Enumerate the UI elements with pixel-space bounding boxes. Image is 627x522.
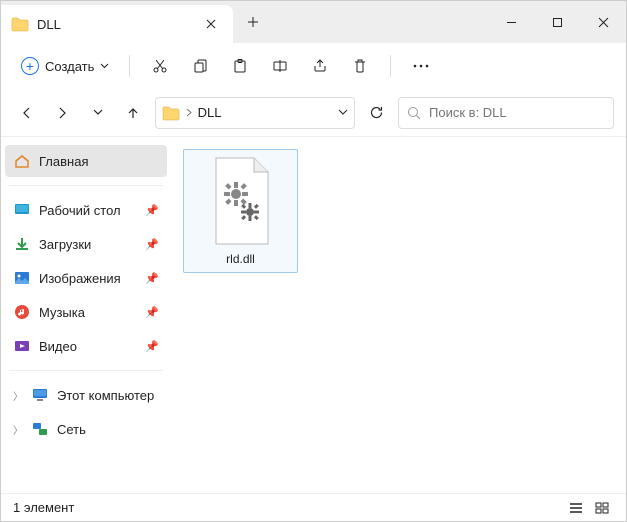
sidebar-label: Главная — [39, 154, 159, 169]
plus-icon: + — [21, 57, 39, 75]
folder-icon — [11, 16, 29, 32]
sidebar-label: Сеть — [57, 422, 159, 437]
body: Главная Рабочий стол 📌 Загрузки 📌 Изобра… — [1, 137, 626, 493]
pictures-icon — [13, 270, 31, 286]
view-details-button[interactable] — [564, 497, 588, 519]
new-tab-button[interactable] — [233, 1, 273, 43]
search-input[interactable] — [429, 105, 605, 120]
close-button[interactable] — [580, 1, 626, 43]
tab-current[interactable]: DLL — [1, 5, 233, 43]
sidebar-label: Музыка — [39, 305, 137, 320]
cut-button[interactable] — [142, 48, 178, 84]
rename-button[interactable] — [262, 48, 298, 84]
delete-button[interactable] — [342, 48, 378, 84]
sidebar-item-videos[interactable]: Видео 📌 — [5, 330, 167, 362]
network-icon — [31, 421, 49, 437]
copy-icon — [192, 58, 208, 74]
paste-icon — [232, 58, 248, 74]
tab-close-button[interactable] — [199, 12, 223, 36]
download-icon — [13, 236, 31, 252]
refresh-button[interactable] — [363, 98, 390, 128]
sidebar-item-downloads[interactable]: Загрузки 📌 — [5, 228, 167, 260]
more-button[interactable] — [403, 48, 439, 84]
music-icon — [13, 304, 31, 320]
maximize-button[interactable] — [534, 1, 580, 43]
status-bar: 1 элемент — [1, 493, 626, 521]
file-name: rld.dll — [226, 252, 255, 266]
pin-icon: 📌 — [145, 306, 159, 319]
pin-icon: 📌 — [145, 238, 159, 251]
pin-icon: 📌 — [145, 340, 159, 353]
sidebar-item-home[interactable]: Главная — [5, 145, 167, 177]
sidebar-item-network[interactable]: 〉 Сеть — [5, 413, 167, 445]
home-icon — [13, 152, 31, 170]
sidebar-item-music[interactable]: Музыка 📌 — [5, 296, 167, 328]
sidebar-item-computer[interactable]: 〉 Этот компьютер — [5, 379, 167, 411]
share-icon — [312, 58, 328, 74]
minimize-button[interactable] — [488, 1, 534, 43]
sidebar: Главная Рабочий стол 📌 Загрузки 📌 Изобра… — [1, 137, 171, 493]
file-list[interactable]: rld.dll — [171, 137, 626, 493]
delete-icon — [352, 58, 368, 74]
view-tiles-button[interactable] — [590, 497, 614, 519]
desktop-icon — [13, 202, 31, 218]
expand-icon[interactable]: 〉 — [13, 422, 23, 437]
titlebar: DLL — [1, 1, 626, 43]
address-bar[interactable]: DLL — [155, 97, 355, 129]
search-box[interactable] — [398, 97, 614, 129]
more-icon — [413, 64, 429, 68]
toolbar: + Создать — [1, 43, 626, 89]
forward-button[interactable] — [48, 98, 75, 128]
sidebar-label: Этот компьютер — [57, 388, 159, 403]
create-label: Создать — [45, 59, 94, 74]
back-button[interactable] — [13, 98, 40, 128]
chevron-down-icon — [100, 63, 109, 69]
create-button[interactable]: + Создать — [13, 53, 117, 79]
video-icon — [13, 338, 31, 354]
pin-icon: 📌 — [145, 204, 159, 217]
up-button[interactable] — [119, 98, 146, 128]
recent-button[interactable] — [84, 98, 111, 128]
computer-icon — [31, 387, 49, 403]
file-item[interactable]: rld.dll — [183, 149, 298, 273]
item-count: 1 элемент — [13, 500, 74, 515]
copy-button[interactable] — [182, 48, 218, 84]
search-icon — [407, 106, 421, 120]
paste-button[interactable] — [222, 48, 258, 84]
sidebar-item-pictures[interactable]: Изображения 📌 — [5, 262, 167, 294]
nav-row: DLL — [1, 89, 626, 137]
tab-title: DLL — [37, 17, 199, 32]
explorer-window: DLL + Создать DLL — [0, 0, 627, 522]
sidebar-label: Видео — [39, 339, 137, 354]
sidebar-label: Изображения — [39, 271, 137, 286]
share-button[interactable] — [302, 48, 338, 84]
folder-icon — [162, 105, 180, 121]
sidebar-label: Загрузки — [39, 237, 137, 252]
cut-icon — [152, 58, 168, 74]
rename-icon — [272, 58, 288, 74]
dll-file-icon — [206, 156, 276, 246]
chevron-right-icon — [186, 108, 192, 117]
address-dropdown[interactable] — [338, 109, 348, 116]
expand-icon[interactable]: 〉 — [13, 388, 23, 403]
address-path: DLL — [198, 105, 222, 120]
pin-icon: 📌 — [145, 272, 159, 285]
sidebar-label: Рабочий стол — [39, 203, 137, 218]
sidebar-item-desktop[interactable]: Рабочий стол 📌 — [5, 194, 167, 226]
